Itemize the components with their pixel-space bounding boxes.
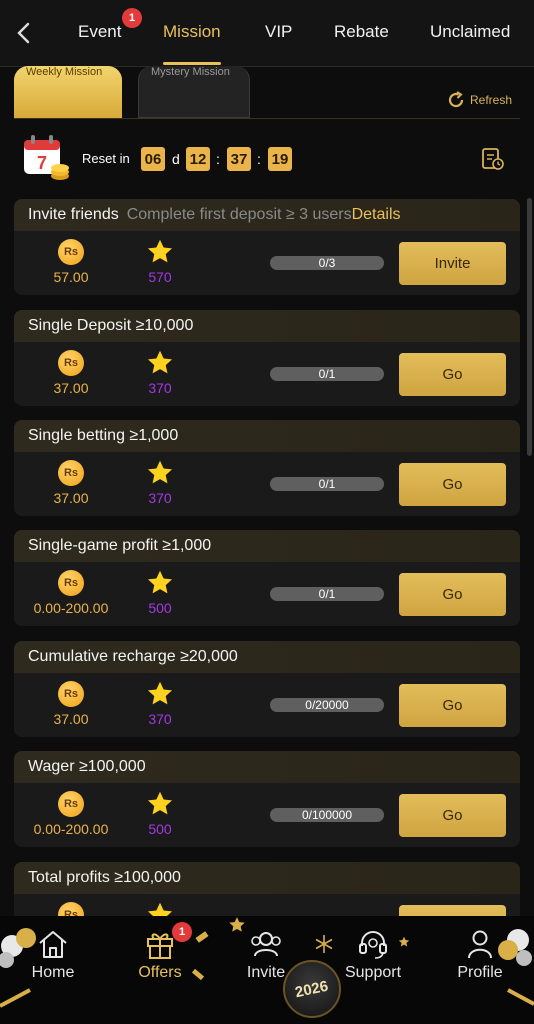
tab-weekly-mission[interactable]: Weekly Mission [14, 66, 122, 118]
mission-header: Invite friends Complete first deposit ≥ … [14, 199, 520, 231]
points-amount: 370 [148, 490, 172, 506]
scrollbar[interactable] [527, 198, 532, 456]
points-amount: 500 [148, 821, 172, 837]
mission-title: Invite friends [28, 206, 119, 223]
refresh-label: Refresh [470, 93, 513, 107]
mission-card: Cumulative recharge ≥20,000 Rs 37.00 370… [14, 641, 520, 737]
mission-title: Single betting ≥1,000 [28, 427, 179, 444]
star-icon [147, 681, 173, 705]
nav-home-label: Home [31, 964, 75, 981]
star-icon [147, 570, 173, 594]
nav-profile-label: Profile [457, 964, 503, 981]
rupee-coin-icon: Rs [58, 239, 84, 265]
reset-label: Reset in [82, 151, 130, 166]
top-nav: Event 1 Mission VIP Rebate Unclaimed [0, 0, 534, 67]
reset-minutes: 37 [227, 147, 251, 171]
mission-title: Total profits ≥100,000 [28, 869, 181, 886]
points-amount: 370 [148, 380, 172, 396]
mission-title: Wager ≥100,000 [28, 758, 146, 775]
progress-bar: 0/1 [270, 587, 384, 601]
tab-divider [14, 118, 520, 119]
rupee-coin-icon: Rs [58, 681, 84, 707]
points-amount: 570 [148, 269, 172, 285]
tab-event[interactable]: Event [78, 22, 121, 42]
nav-profile[interactable]: Profile [440, 928, 520, 982]
mission-card: Single betting ≥1,000 Rs 37.00 370 0/1 G… [14, 420, 520, 516]
mission-header: Total profits ≥100,000 [14, 862, 520, 894]
star-icon [147, 791, 173, 815]
users-icon [251, 932, 281, 957]
mission-header: Single Deposit ≥10,000 [14, 310, 520, 342]
reset-hours: 12 [186, 147, 210, 171]
reset-seconds: 19 [268, 147, 292, 171]
tab-unclaimed[interactable]: Unclaimed [430, 22, 510, 42]
reset-days: 06 [141, 147, 165, 171]
year-emblem[interactable]: 2026 [283, 960, 341, 1018]
mission-header: Single betting ≥1,000 [14, 420, 520, 452]
star-icon [147, 239, 173, 263]
refresh-icon [448, 91, 464, 108]
progress-bar: 0/3 [270, 256, 384, 270]
progress-bar: 0/1 [270, 477, 384, 491]
year-emblem-text: 2026 [293, 977, 331, 1001]
active-tab-indicator [163, 62, 221, 65]
nav-support[interactable]: Support [333, 928, 413, 982]
calendar-day: 7 [37, 153, 47, 173]
person-icon [468, 930, 492, 959]
mission-title: Cumulative recharge ≥20,000 [28, 648, 238, 665]
nav-support-label: Support [344, 964, 402, 981]
refresh-button[interactable]: Refresh [446, 90, 512, 110]
star-icon [147, 460, 173, 484]
mission-header: Cumulative recharge ≥20,000 [14, 641, 520, 673]
tab-vip[interactable]: VIP [265, 22, 292, 42]
mission-title: Single-game profit ≥1,000 [28, 537, 212, 554]
rupee-coin-icon: Rs [58, 570, 84, 596]
rupee-coin-icon: Rs [58, 791, 84, 817]
event-badge: 1 [122, 8, 142, 28]
go-button[interactable]: Go [399, 353, 506, 396]
mission-card: Invite friends Complete first deposit ≥ … [14, 199, 520, 295]
details-link[interactable]: Details [352, 206, 401, 224]
go-button[interactable]: Go [399, 463, 506, 506]
tab-mission[interactable]: Mission [163, 22, 221, 42]
star-icon [147, 350, 173, 374]
mission-description: Complete first deposit ≥ 3 users [126, 206, 352, 223]
mission-card: Wager ≥100,000 Rs 0.00-200.00 500 0/1000… [14, 751, 520, 847]
progress-bar: 0/1 [270, 367, 384, 381]
tab-rebate[interactable]: Rebate [334, 22, 389, 42]
offers-badge: 1 [172, 922, 192, 942]
mission-card: Single-game profit ≥1,000 Rs 0.00-200.00… [14, 530, 520, 626]
go-button[interactable]: Go [399, 684, 506, 727]
mystery-mission-label: Mystery Mission [151, 66, 230, 78]
calendar-icon: 7 [24, 135, 69, 180]
weekly-mission-label: Weekly Mission [26, 66, 103, 78]
invite-button[interactable]: Invite [399, 242, 506, 285]
points-amount: 370 [148, 711, 172, 727]
rupee-coin-icon: Rs [58, 350, 84, 376]
time-separator: : [257, 151, 261, 167]
snowflake-icon [315, 935, 333, 953]
mission-header: Wager ≥100,000 [14, 751, 520, 783]
nav-home[interactable]: Home [13, 928, 93, 982]
home-icon [39, 931, 67, 958]
nav-offers-label: Offers [138, 964, 182, 981]
mission-card: Single Deposit ≥10,000 Rs 37.00 370 0/1 … [14, 310, 520, 406]
headset-icon [359, 931, 387, 959]
mission-title: Single Deposit ≥10,000 [28, 317, 194, 334]
tab-mystery-mission[interactable]: Mystery Mission [138, 66, 250, 118]
rules-icon[interactable] [480, 146, 506, 172]
days-unit: d [172, 151, 180, 167]
rupee-coin-icon: Rs [58, 460, 84, 486]
mission-header: Single-game profit ≥1,000 [14, 530, 520, 562]
progress-bar: 0/20000 [270, 698, 384, 712]
time-separator: : [216, 151, 220, 167]
points-amount: 500 [148, 600, 172, 616]
go-button[interactable]: Go [399, 573, 506, 616]
back-arrow-icon[interactable] [14, 22, 34, 44]
progress-bar: 0/100000 [270, 808, 384, 822]
go-button[interactable]: Go [399, 794, 506, 837]
